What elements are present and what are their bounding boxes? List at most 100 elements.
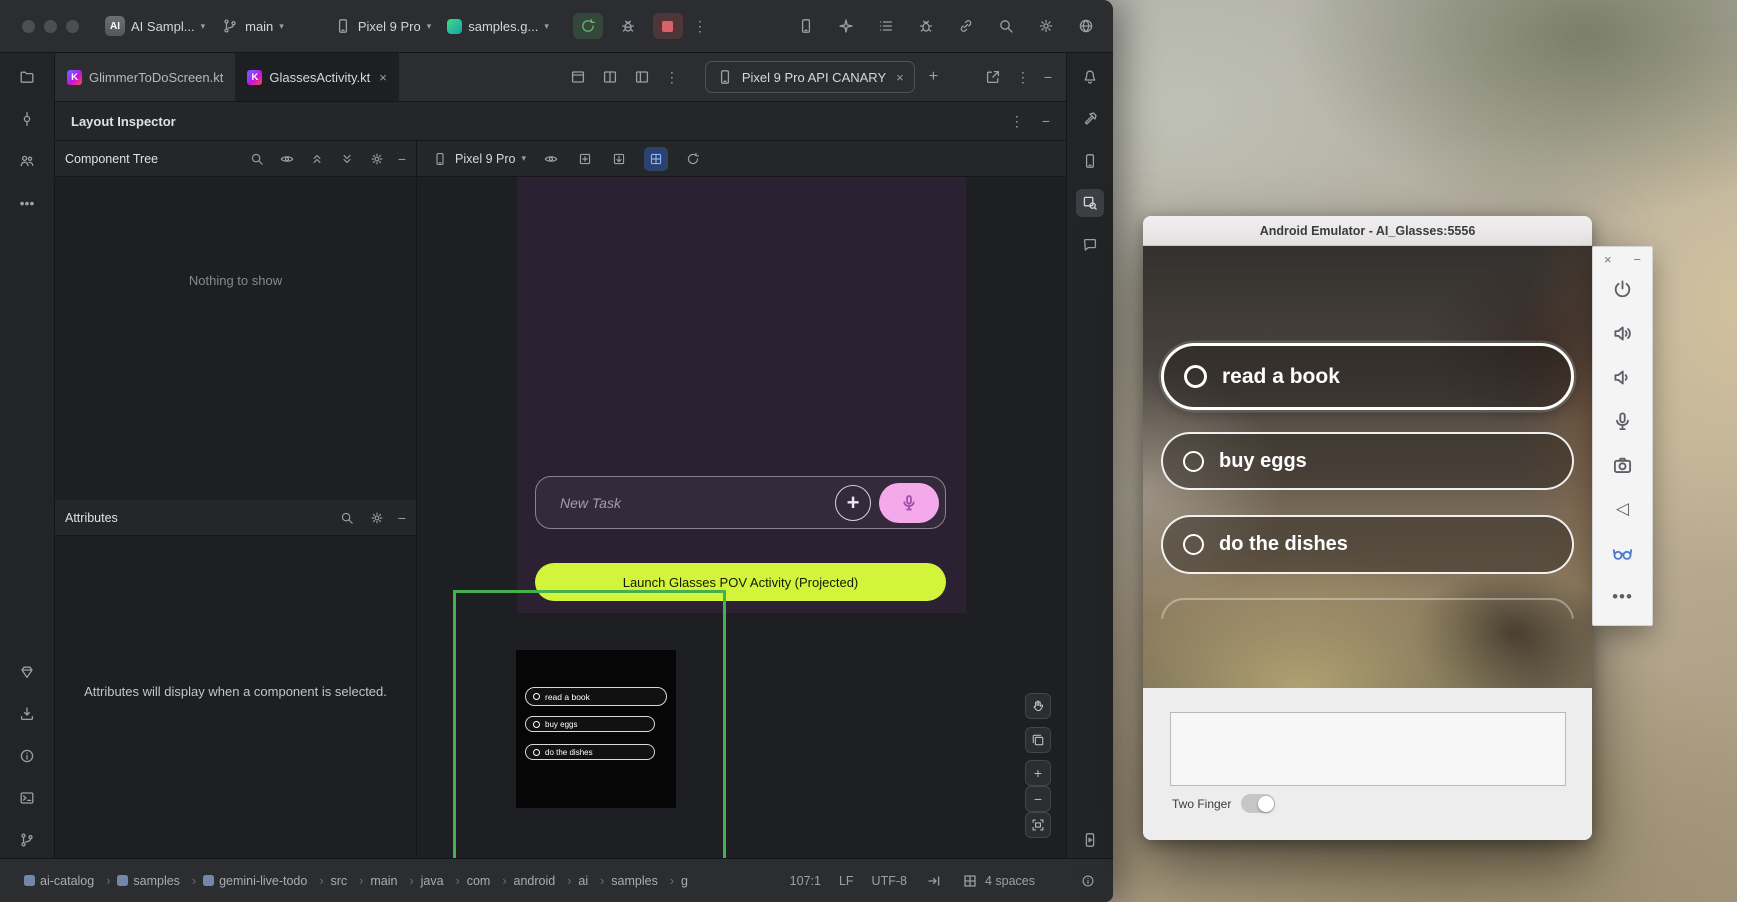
caret-position[interactable]: 107:1: [790, 874, 821, 888]
more-tools-icon[interactable]: •••: [13, 189, 41, 217]
toolbar-minimize-icon[interactable]: −: [1633, 252, 1641, 267]
tree-settings-gear-icon[interactable]: [368, 150, 386, 168]
install-icon[interactable]: [13, 700, 41, 728]
toggle-deep-inspect-button[interactable]: [644, 147, 668, 171]
device-selector[interactable]: Pixel 9 Pro ▾: [326, 13, 439, 39]
problems-icon[interactable]: [13, 742, 41, 770]
chat-bubble-icon[interactable]: [1076, 231, 1104, 259]
stop-button[interactable]: [653, 13, 683, 39]
volume-down-button[interactable]: [1592, 355, 1653, 399]
zoom-to-fit-button[interactable]: [1025, 812, 1051, 838]
add-device-icon[interactable]: +: [929, 69, 938, 85]
commit-icon[interactable]: [13, 105, 41, 133]
pair-devices-icon[interactable]: [957, 17, 975, 35]
running-devices-tab[interactable]: Pixel 9 Pro API CANARY ×: [705, 61, 915, 93]
device-manager-icon[interactable]: [1076, 147, 1104, 175]
indent-tab-icon[interactable]: [925, 872, 943, 890]
emulator-titlebar[interactable]: Android Emulator - AI_Glasses:5556: [1143, 216, 1592, 246]
rerun-button[interactable]: [573, 13, 603, 39]
terminal-icon[interactable]: [13, 784, 41, 812]
search-icon[interactable]: [248, 150, 266, 168]
file-encoding[interactable]: UTF-8: [872, 874, 907, 888]
voice-input-button[interactable]: [879, 483, 939, 523]
refresh-icon[interactable]: [684, 150, 702, 168]
todo-item-selected[interactable]: read a book: [1161, 343, 1574, 410]
microphone-button[interactable]: [1592, 399, 1653, 443]
more-options-button[interactable]: •••: [1592, 575, 1653, 619]
view-mode-detail-icon[interactable]: [633, 68, 651, 86]
panel-more-icon[interactable]: ⋮: [1016, 70, 1030, 84]
vcs-branch-selector[interactable]: main ▾: [213, 13, 292, 39]
mirrored-phone-screen[interactable]: New Task + Launch Glasses POV Activity (…: [517, 177, 966, 613]
structure-people-icon[interactable]: [13, 147, 41, 175]
close-tab-icon[interactable]: ×: [379, 70, 387, 85]
layout-inspector-tool-icon[interactable]: [1076, 189, 1104, 217]
view-mode-list-icon[interactable]: [569, 68, 587, 86]
two-finger-toggle[interactable]: [1241, 794, 1275, 813]
live-updates-eye-icon[interactable]: [542, 150, 560, 168]
settings-gear-icon[interactable]: [1037, 17, 1055, 35]
mirror-canvas[interactable]: New Task + Launch Glasses POV Activity (…: [417, 177, 1066, 858]
more-options-icon[interactable]: ⋮: [693, 19, 707, 33]
camera-button[interactable]: [1592, 443, 1653, 487]
tab-glimmertodoscreen[interactable]: K GlimmerToDoScreen.kt: [55, 53, 235, 101]
ai-sparkle-icon[interactable]: [837, 17, 855, 35]
view-mode-split-icon[interactable]: [601, 68, 619, 86]
zoom-in-button[interactable]: +: [1025, 760, 1051, 786]
glasses-mode-button[interactable]: [1592, 531, 1653, 575]
export-snapshot-icon[interactable]: [610, 150, 628, 168]
inspector-more-icon[interactable]: ⋮: [1010, 114, 1024, 128]
attributes-settings-gear-icon[interactable]: [368, 509, 386, 527]
editor-more-icon[interactable]: ⋮: [665, 70, 679, 84]
search-icon[interactable]: [338, 509, 356, 527]
power-button[interactable]: [1592, 267, 1653, 311]
emulator-tool-icon[interactable]: [1076, 826, 1104, 854]
git-tool-icon[interactable]: [13, 826, 41, 854]
profile-globe-icon[interactable]: [1077, 17, 1095, 35]
collapse-all-icon[interactable]: [338, 150, 356, 168]
volume-up-button[interactable]: [1592, 311, 1653, 355]
gem-icon[interactable]: [13, 658, 41, 686]
glasses-pov-display[interactable]: read a book buy eggs do the dishes: [1143, 246, 1592, 688]
info-circle-icon[interactable]: [1079, 872, 1097, 890]
run-configuration-selector[interactable]: samples.g... ▾: [439, 15, 557, 38]
emulator-text-area[interactable]: [1170, 712, 1566, 786]
emulator-control-panel: Two Finger: [1143, 688, 1592, 840]
add-task-button[interactable]: +: [835, 485, 871, 521]
visibility-eye-icon[interactable]: [278, 150, 296, 168]
task-list-icon[interactable]: [877, 17, 895, 35]
pan-mode-button[interactable]: [1025, 693, 1051, 719]
device-mirror-icon[interactable]: [797, 17, 815, 35]
minimize-window-button[interactable]: [44, 20, 57, 33]
open-in-new-window-icon[interactable]: [984, 68, 1002, 86]
line-separator[interactable]: LF: [839, 874, 854, 888]
tree-hide-icon[interactable]: −: [398, 152, 406, 166]
back-button[interactable]: ◁: [1592, 487, 1653, 531]
debug-button[interactable]: [613, 13, 643, 39]
project-folder-icon[interactable]: [13, 63, 41, 91]
snapshot-add-icon[interactable]: [576, 150, 594, 168]
expand-all-icon[interactable]: [308, 150, 326, 168]
indent-widget[interactable]: 4 spaces: [961, 872, 1035, 890]
inspector-hide-icon[interactable]: −: [1042, 114, 1050, 128]
notifications-bell-icon[interactable]: [1076, 63, 1104, 91]
close-window-button[interactable]: [22, 20, 35, 33]
todo-item[interactable]: buy eggs: [1161, 432, 1574, 490]
zoom-window-button[interactable]: [66, 20, 79, 33]
new-task-input[interactable]: New Task +: [535, 476, 946, 529]
tab-glassesactivity[interactable]: K GlassesActivity.kt ×: [235, 53, 398, 101]
close-tab-icon[interactable]: ×: [896, 70, 904, 85]
projected-preview-screen[interactable]: read a book buy eggs do the dishes: [516, 650, 676, 808]
toolbar-close-icon[interactable]: ×: [1604, 252, 1612, 267]
search-icon[interactable]: [997, 17, 1015, 35]
attributes-hide-icon[interactable]: −: [398, 511, 406, 525]
todo-item[interactable]: do the dishes: [1161, 515, 1574, 574]
layers-button[interactable]: [1025, 727, 1051, 753]
breadcrumb[interactable]: ai-catalog samples gemini-live-todo src …: [24, 874, 693, 888]
bug-report-icon[interactable]: [917, 17, 935, 35]
project-selector[interactable]: AI AI Sampl... ▾: [97, 12, 213, 40]
mirror-device-selector[interactable]: Pixel 9 Pro ▾: [431, 150, 526, 168]
hide-panel-icon[interactable]: −: [1044, 70, 1052, 84]
build-tool-icon[interactable]: [1076, 105, 1104, 133]
zoom-out-button[interactable]: −: [1025, 786, 1051, 812]
